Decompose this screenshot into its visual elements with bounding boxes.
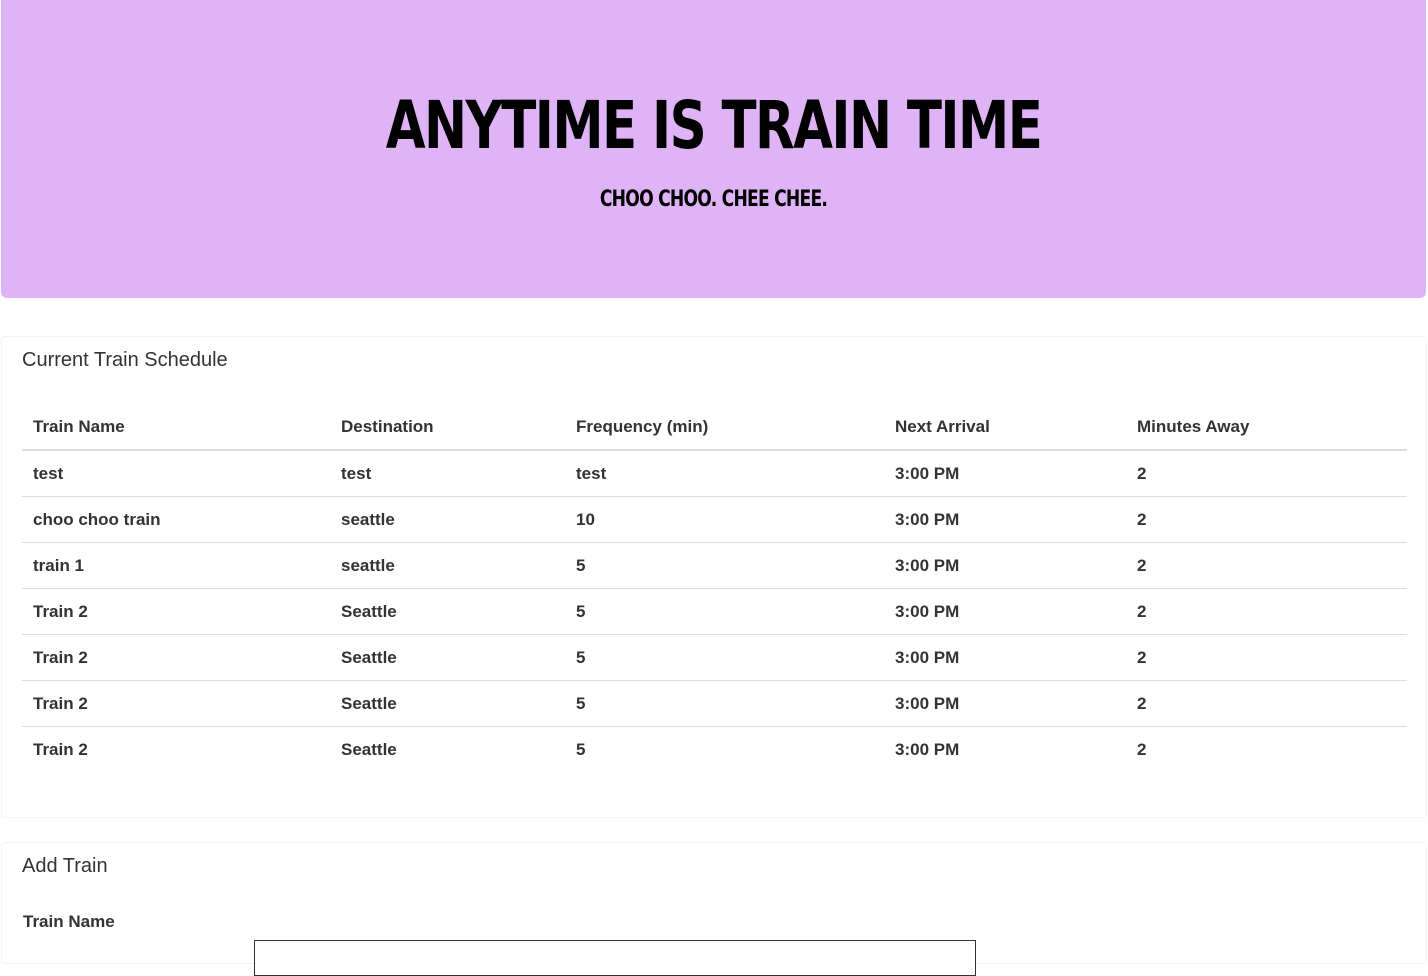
cell-next-arrival: 3:00 PM: [895, 463, 960, 483]
cell-next-arrival: 3:00 PM: [884, 588, 1126, 635]
cell-minutes-away: 2: [1126, 588, 1407, 635]
cell-train-name: train 1: [22, 542, 330, 589]
page-title: ANYTIME IS TRAIN TIME: [385, 87, 1043, 164]
cell-train-name: choo choo train: [22, 496, 330, 543]
cell-destination: Seattle: [330, 726, 565, 772]
cell-frequency: test: [576, 463, 607, 483]
cell-frequency: 5: [565, 542, 884, 589]
cell-next-arrival: 3:00 PM: [884, 680, 1126, 727]
schedule-panel: Current Train Schedule Train Name Destin…: [1, 336, 1427, 818]
cell-frequency: 5: [565, 634, 884, 681]
cell-frequency: 10: [565, 496, 884, 543]
cell-train-name: test: [33, 463, 64, 483]
column-header-frequency: Frequency (min): [565, 405, 884, 451]
cell-minutes-away: 2: [1137, 463, 1147, 483]
cell-destination: Seattle: [330, 634, 565, 681]
cell-destination: Seattle: [330, 680, 565, 727]
page-subtitle: CHOO CHOO. CHEE CHEE.: [599, 187, 828, 212]
cell-minutes-away: 2: [1126, 496, 1407, 543]
cell-minutes-away: 2: [1126, 726, 1407, 772]
table-row: Train 2 Seattle 5 3:00 PM 2: [22, 680, 1407, 727]
schedule-panel-title: Current Train Schedule: [22, 349, 228, 371]
cell-minutes-away: 2: [1126, 542, 1407, 589]
cell-train-name: Train 2: [22, 680, 330, 727]
cell-minutes-away: 2: [1126, 634, 1407, 681]
table-row: train 1 seattle 5 3:00 PM 2: [22, 542, 1407, 589]
column-header-destination: Destination: [330, 405, 565, 451]
train-name-label: Train Name: [23, 912, 115, 931]
cell-destination: seattle: [330, 542, 565, 589]
column-header-next-arrival: Next Arrival: [884, 405, 1126, 451]
cell-frequency: 5: [565, 680, 884, 727]
cell-next-arrival: 3:00 PM: [884, 726, 1126, 772]
cell-destination: test: [341, 463, 372, 483]
table-row: test test test 3:00 PM 2: [22, 450, 1407, 497]
table-row: Train 2 Seattle 5 3:00 PM 2: [22, 588, 1407, 635]
cell-next-arrival: 3:00 PM: [884, 542, 1126, 589]
train-name-input[interactable]: [254, 940, 976, 976]
header-banner: ANYTIME IS TRAIN TIME CHOO CHOO. CHEE CH…: [1, 0, 1426, 298]
column-header-minutes-away: Minutes Away: [1126, 405, 1407, 451]
cell-train-name: Train 2: [22, 588, 330, 635]
schedule-table: Train Name Destination Frequency (min) N…: [22, 405, 1407, 772]
table-header-row: Train Name Destination Frequency (min) N…: [22, 405, 1407, 451]
table-row: choo choo train seattle 10 3:00 PM 2: [22, 496, 1407, 543]
add-train-panel: Add Train Train Name: [1, 842, 1427, 976]
cell-frequency: 5: [565, 588, 884, 635]
table-row: Train 2 Seattle 5 3:00 PM 2: [22, 634, 1407, 681]
column-header-train-name: Train Name: [22, 405, 330, 451]
add-train-panel-title: Add Train: [22, 855, 108, 877]
cell-train-name: Train 2: [22, 726, 330, 772]
schedule-table-body: test test test 3:00 PM 2 choo choo train seatt…: [22, 450, 1407, 772]
cell-minutes-away: 2: [1126, 680, 1407, 727]
cell-train-name: Train 2: [22, 634, 330, 681]
table-row: Train 2 Seattle 5 3:00 PM 2: [22, 726, 1407, 772]
cell-frequency: 5: [565, 726, 884, 772]
cell-destination: seattle: [330, 496, 565, 543]
cell-next-arrival: 3:00 PM: [884, 634, 1126, 681]
cell-destination: Seattle: [330, 588, 565, 635]
cell-next-arrival: 3:00 PM: [884, 496, 1126, 543]
